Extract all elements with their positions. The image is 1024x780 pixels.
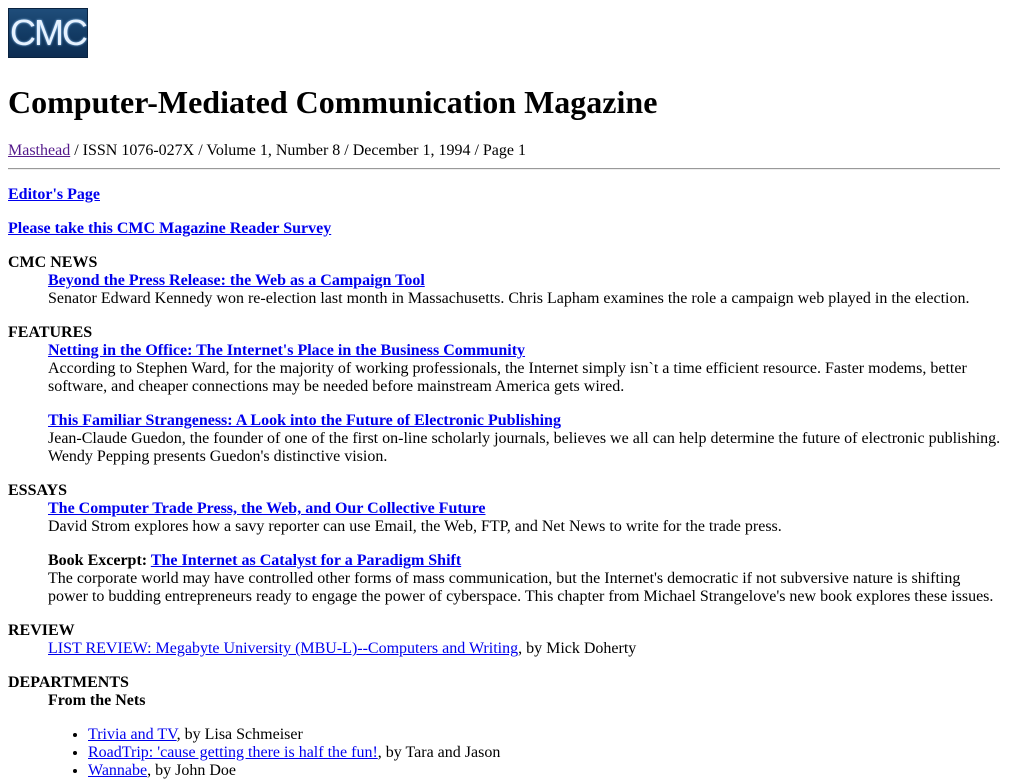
section-heading-review: REVIEW [8, 622, 75, 639]
list-item: RoadTrip: 'cause getting there is half t… [88, 744, 500, 762]
department-link-wannabe[interactable]: Wannabe [88, 762, 147, 779]
section-heading-essays: ESSAYS [8, 482, 68, 499]
department-author: , by Tara and Jason [377, 744, 501, 761]
editors-page-link[interactable]: Editor's Page [8, 186, 100, 204]
from-the-nets-heading: From the Nets [48, 692, 146, 709]
book-excerpt-label: Book Excerpt: [48, 552, 151, 569]
article-link-paradigm-shift[interactable]: The Internet as Catalyst for a Paradigm … [151, 552, 461, 569]
section-heading-features: FEATURES [8, 324, 93, 341]
page-title: Computer-Mediated Communication Magazine [8, 84, 658, 120]
article-desc: David Strom explores how a savy reporter… [48, 518, 782, 535]
cmc-logo[interactable]: CMC [8, 8, 88, 58]
article-link-familiar-strangeness[interactable]: This Familiar Strangeness: A Look into t… [48, 412, 561, 430]
article-link-netting-office[interactable]: Netting in the Office: The Internet's Pl… [48, 342, 525, 360]
book-excerpt-line: Book Excerpt: The Internet as Catalyst f… [48, 552, 1003, 570]
department-link-trivia[interactable]: Trivia and TV [88, 726, 177, 743]
masthead-link[interactable]: Masthead [8, 142, 70, 159]
reader-survey-link[interactable]: Please take this CMC Magazine Reader Sur… [8, 220, 331, 238]
masthead-line: Masthead / ISSN 1076-027X / Volume 1, Nu… [8, 142, 526, 160]
article-desc: The corporate world may have controlled … [48, 570, 994, 605]
article-link-press-release[interactable]: Beyond the Press Release: the Web as a C… [48, 272, 425, 290]
review-author: , by Mick Doherty [518, 640, 637, 657]
logo-text: CMC [10, 12, 88, 53]
department-author: , by Lisa Schmeiser [176, 726, 303, 743]
article-desc: Senator Edward Kennedy won re-election l… [48, 290, 970, 307]
review-line: LIST REVIEW: Megabyte University (MBU-L)… [48, 640, 1003, 658]
article-desc: According to Stephen Ward, for the major… [48, 360, 967, 395]
department-link-roadtrip[interactable]: RoadTrip: 'cause getting there is half t… [88, 744, 378, 761]
divider [8, 168, 1000, 170]
issue-info: / ISSN 1076-027X / Volume 1, Number 8 / … [70, 142, 527, 159]
section-heading-departments: DEPARTMENTS [8, 674, 129, 691]
list-review-link[interactable]: LIST REVIEW: Megabyte University (MBU-L)… [48, 640, 518, 657]
article-desc: Jean-Claude Guedon, the founder of one o… [48, 430, 1001, 465]
section-heading-cmc-news: CMC NEWS [8, 254, 98, 271]
list-item: Wannabe, by John Doe [88, 762, 500, 780]
article-link-trade-press[interactable]: The Computer Trade Press, the Web, and O… [48, 500, 485, 518]
list-item: Trivia and TV, by Lisa Schmeiser [88, 726, 500, 744]
department-author: , by John Doe [147, 762, 237, 779]
departments-list: Trivia and TV, by Lisa Schmeiser RoadTri… [48, 726, 500, 780]
